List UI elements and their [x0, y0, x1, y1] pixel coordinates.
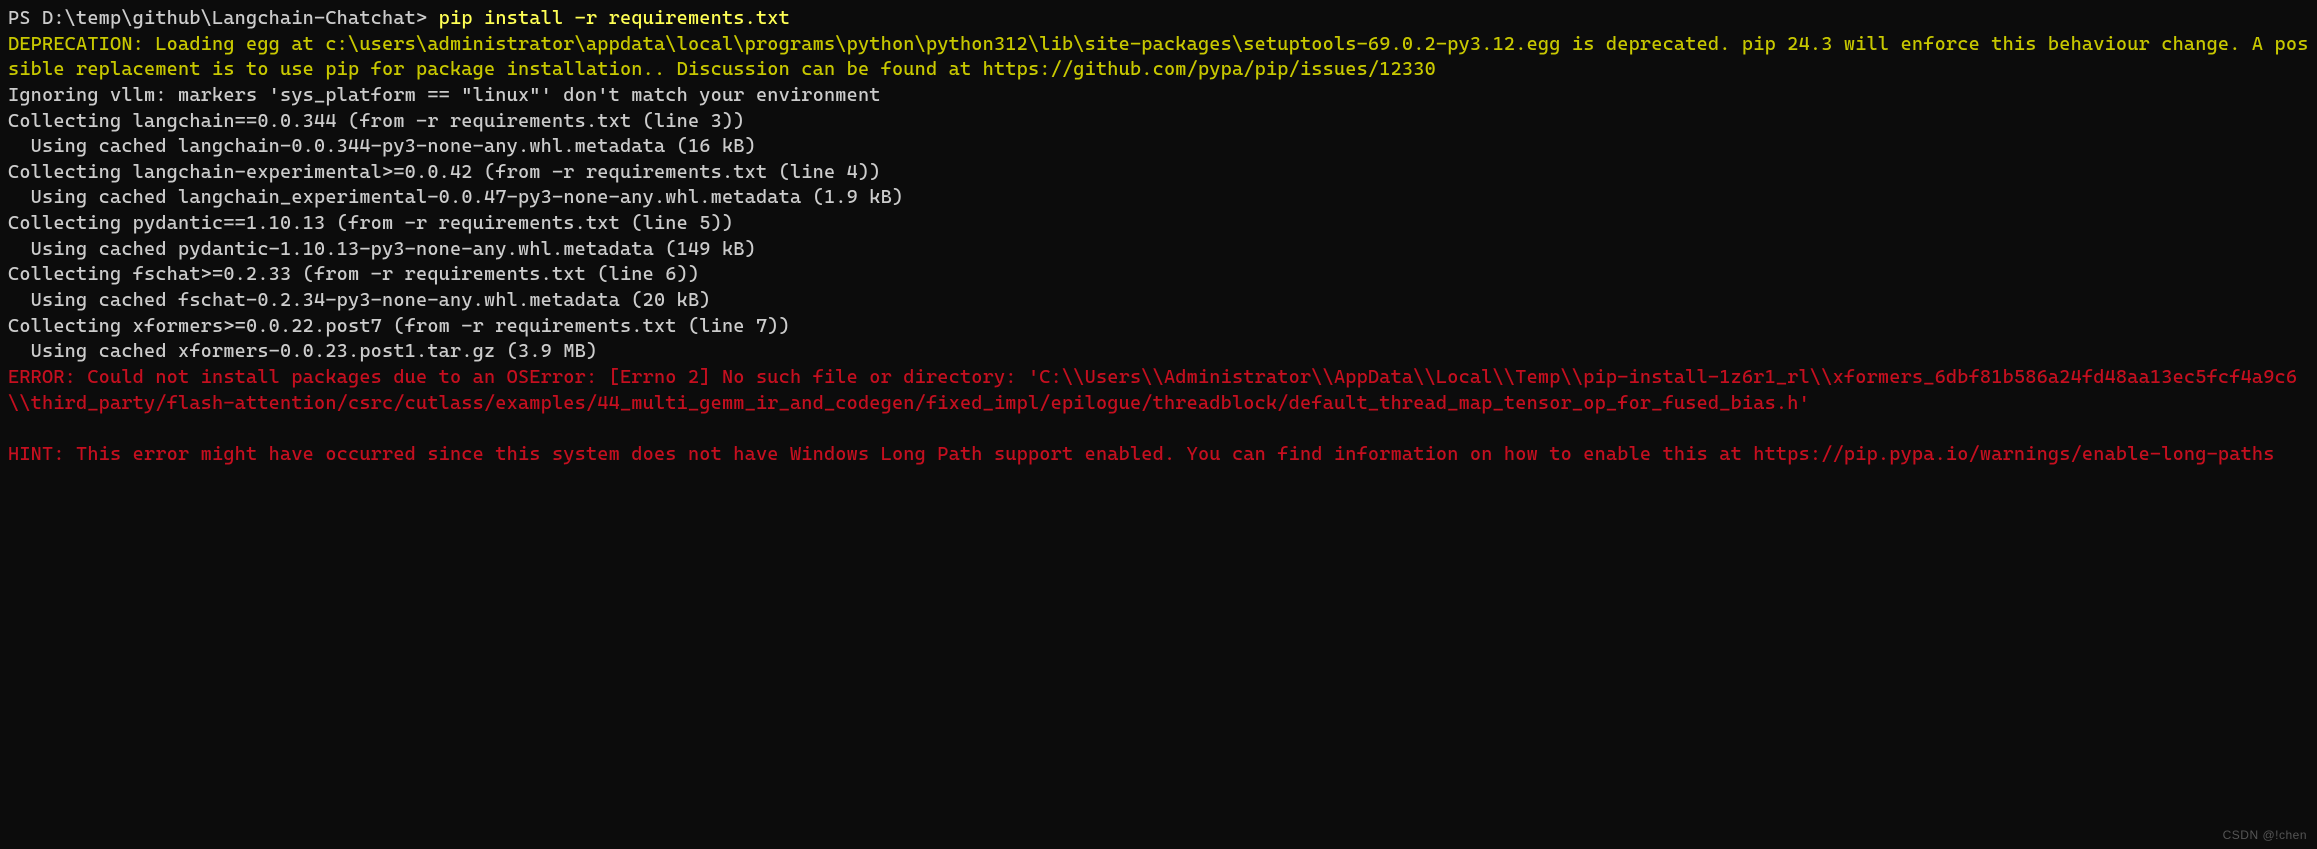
deprecation-warning: DEPRECATION: Loading egg at c:\users\adm…: [8, 33, 2309, 81]
shell-command: pip install -r requirements.txt: [439, 7, 790, 29]
terminal-window[interactable]: PS D:\temp\github\Langchain-Chatchat> pi…: [0, 0, 2317, 849]
watermark: CSDN @!chen: [2223, 827, 2307, 843]
pip-output: Ignoring vllm: markers 'sys_platform == …: [8, 84, 903, 362]
pip-hint: HINT: This error might have occurred sin…: [8, 443, 2275, 465]
pip-error: ERROR: Could not install packages due to…: [8, 366, 2297, 414]
shell-prompt: PS D:\temp\github\Langchain-Chatchat>: [8, 7, 439, 29]
